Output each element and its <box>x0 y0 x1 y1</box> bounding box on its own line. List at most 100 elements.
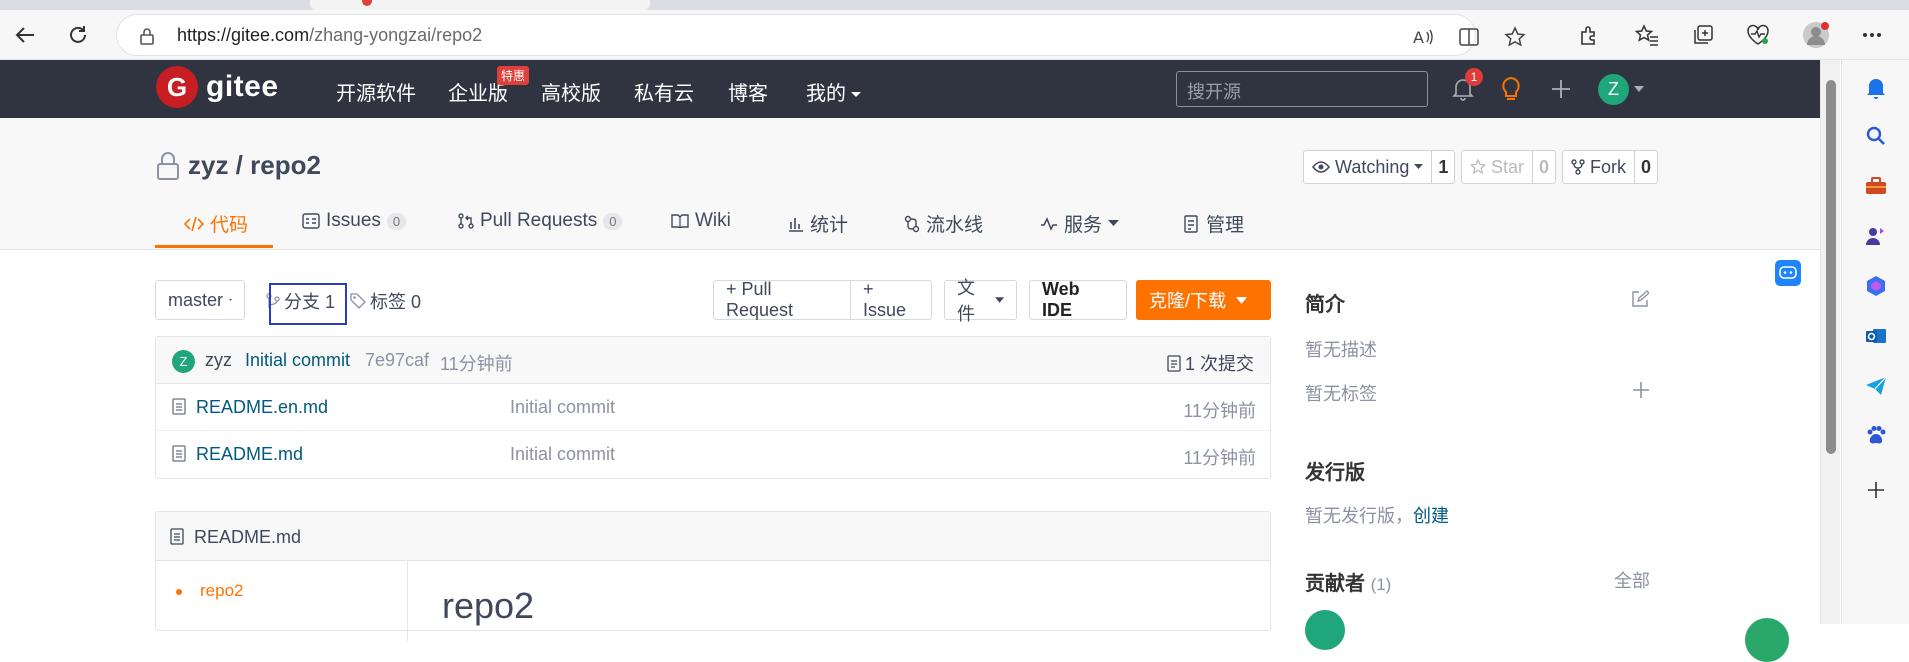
nav-blog[interactable]: 博客 <box>728 77 768 106</box>
tab-issues-count: 0 <box>386 212 407 230</box>
tab-issues-label: Issues <box>326 210 381 231</box>
nav-private-cloud[interactable]: 私有云 <box>634 77 694 106</box>
active-browser-tab[interactable] <box>310 0 650 10</box>
add-sidebar-app-plus-icon[interactable] <box>1864 478 1888 502</box>
file-menu-label: 文件 <box>957 278 975 324</box>
file-name[interactable]: README.md <box>196 444 303 465</box>
collections-icon[interactable] <box>1688 20 1718 50</box>
svg-text:A: A <box>1413 28 1424 47</box>
new-issue-button[interactable]: + Issue <box>850 279 932 320</box>
tab-manage[interactable]: 管理 <box>1184 210 1244 237</box>
gitee-logo[interactable]: G gitee <box>156 66 279 108</box>
back-arrow-icon[interactable] <box>10 20 40 50</box>
lightbulb-icon[interactable] <box>1496 74 1526 104</box>
tab-pipeline[interactable]: 流水线 <box>904 210 983 237</box>
watching-count[interactable]: 1 <box>1432 151 1454 183</box>
read-aloud-icon[interactable]: A <box>1411 25 1435 49</box>
branch-select[interactable]: master <box>155 280 245 320</box>
file-commit-message[interactable]: Initial commit <box>510 444 615 465</box>
outlook-icon[interactable] <box>1864 324 1888 348</box>
clone-download-button[interactable]: 克隆/下载 <box>1136 280 1271 320</box>
tab-stats[interactable]: 统计 <box>788 210 848 237</box>
commit-count-link[interactable]: 1 次提交 <box>1167 350 1254 376</box>
chevron-down-icon[interactable] <box>1634 86 1644 93</box>
floating-help-button[interactable] <box>1745 618 1789 662</box>
contributors-label: 贡献者 <box>1305 573 1365 595</box>
file-name[interactable]: README.en.md <box>196 397 328 418</box>
no-releases-text: 暂无发行版，创建 <box>1305 502 1449 528</box>
url-text[interactable]: https://gitee.com/zhang-yongzai/repo2 <box>177 25 482 46</box>
branch-select-label: master <box>168 289 224 310</box>
browser-tab-strip <box>0 0 1909 10</box>
edit-icon[interactable] <box>1631 290 1649 308</box>
star-button[interactable]: Star 0 <box>1461 150 1557 184</box>
favorite-star-icon[interactable] <box>1503 25 1527 49</box>
baidu-paw-icon[interactable] <box>1864 424 1888 448</box>
commits-doc-icon <box>1167 354 1181 372</box>
repo-title-text[interactable]: zyz / repo2 <box>188 150 321 181</box>
send-paper-plane-icon[interactable] <box>1864 374 1888 398</box>
fork-label: Fork <box>1590 156 1626 177</box>
commit-author[interactable]: zyz <box>205 350 232 371</box>
search-icon[interactable] <box>1864 124 1888 148</box>
copilot-icon[interactable] <box>1864 274 1888 298</box>
plus-icon[interactable] <box>1546 74 1576 104</box>
file-row[interactable]: README.en.md Initial commit 11分钟前 <box>156 384 1270 431</box>
tab-manage-label: 管理 <box>1206 215 1245 236</box>
toc-item[interactable]: repo2 <box>200 581 243 601</box>
fork-button[interactable]: Fork 0 <box>1562 150 1659 184</box>
lock-icon[interactable] <box>139 27 155 50</box>
latest-commit-row: Z zyz Initial commit 7e97caf 11分钟前 1 次提交 <box>156 337 1270 384</box>
bell-icon[interactable] <box>1864 76 1888 100</box>
nav-mine-label: 我的 <box>806 83 846 105</box>
chevron-down-icon <box>1414 164 1424 169</box>
profile-avatar-icon[interactable] <box>1801 20 1831 50</box>
split-screen-icon[interactable] <box>1457 25 1481 49</box>
commit-message[interactable]: Initial commit <box>245 350 350 371</box>
add-tag-plus-icon[interactable] <box>1633 382 1649 398</box>
star-count[interactable]: 0 <box>1533 151 1555 183</box>
create-release-link[interactable]: 创建 <box>1413 506 1449 526</box>
tab-pull-requests[interactable]: Pull Requests 0 <box>458 210 623 232</box>
new-pull-request-button[interactable]: + Pull Request <box>713 279 851 320</box>
active-tab-indicator <box>155 245 273 248</box>
tab-issues[interactable]: Issues 0 <box>302 210 407 232</box>
contributors-count: (1) <box>1370 575 1392 594</box>
file-menu-button[interactable]: 文件 <box>944 278 1017 324</box>
scrollbar-thumb[interactable] <box>1826 80 1836 454</box>
tab-code[interactable]: 代码 <box>184 210 248 237</box>
tab-services[interactable]: 服务 <box>1040 210 1120 237</box>
fork-count[interactable]: 0 <box>1635 151 1657 183</box>
web-ide-button[interactable]: Web IDE <box>1029 279 1127 320</box>
search-input[interactable]: 搜开源 <box>1176 71 1428 107</box>
pipeline-icon <box>904 215 920 232</box>
games-icon[interactable] <box>1864 224 1888 248</box>
nav-education[interactable]: 高校版 <box>541 77 601 106</box>
all-contributors-link[interactable]: 全部 <box>1614 567 1650 593</box>
tags-link[interactable]: 标签 0 <box>350 288 421 314</box>
nav-mine[interactable]: 我的 <box>806 77 862 106</box>
refresh-icon[interactable] <box>63 20 93 50</box>
file-icon <box>172 445 186 462</box>
address-bar[interactable]: https://gitee.com/zhang-yongzai/repo2 A <box>116 14 1526 56</box>
watching-button[interactable]: Watching 1 <box>1303 150 1456 184</box>
floating-ai-assistant-icon[interactable] <box>1775 260 1801 286</box>
more-options-icon[interactable] <box>1857 20 1887 50</box>
commit-author-avatar[interactable]: Z <box>172 350 195 373</box>
file-commit-message[interactable]: Initial commit <box>510 397 615 418</box>
commit-hash[interactable]: 7e97caf <box>365 350 429 371</box>
toolbox-icon[interactable] <box>1864 174 1888 198</box>
tab-wiki[interactable]: Wiki <box>671 210 731 232</box>
contributor-avatar[interactable] <box>1305 610 1345 650</box>
nav-open-source[interactable]: 开源软件 <box>336 77 416 106</box>
pulse-icon <box>1041 216 1057 231</box>
user-avatar[interactable]: Z <box>1598 74 1629 105</box>
file-row[interactable]: README.md Initial commit 11分钟前 <box>156 431 1270 478</box>
tab-pipeline-label: 流水线 <box>926 215 984 236</box>
extensions-icon[interactable] <box>1574 20 1604 50</box>
tab-code-label: 代码 <box>210 215 249 236</box>
bar-chart-icon <box>789 217 803 232</box>
browser-essentials-icon[interactable] <box>1743 20 1773 50</box>
browser-toolbar: https://gitee.com/zhang-yongzai/repo2 A <box>0 10 1909 60</box>
favorites-icon[interactable] <box>1632 20 1662 50</box>
